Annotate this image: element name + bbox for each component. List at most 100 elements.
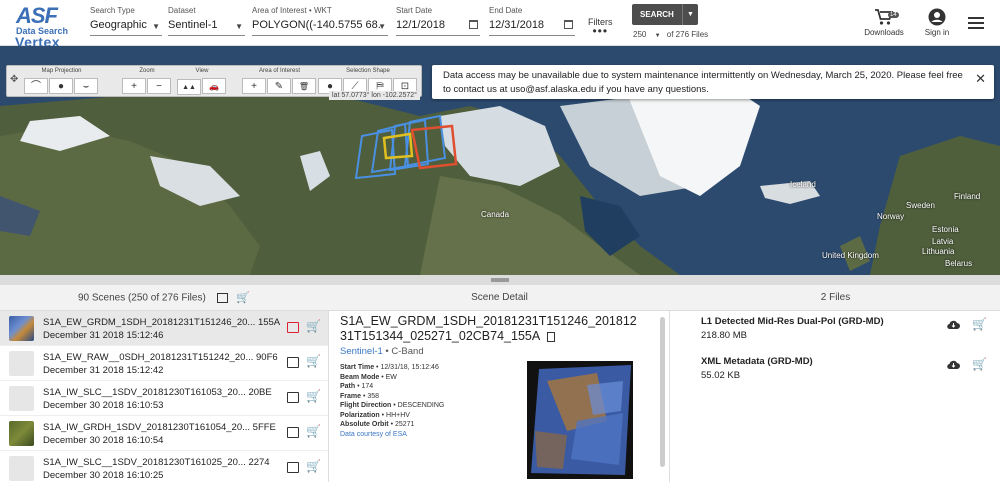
dataset-label: Dataset <box>168 6 196 15</box>
scene-properties: Start Time • 12/31/18, 15:12:46 Beam Mod… <box>340 363 444 439</box>
close-icon[interactable]: ✕ <box>975 72 986 85</box>
calendar-icon[interactable] <box>564 20 573 29</box>
add-to-cart-icon[interactable]: 🛒 <box>306 319 321 333</box>
hamburger-menu-icon[interactable] <box>968 17 984 32</box>
end-date-input[interactable]: End Date 12/31/2018 <box>489 6 575 36</box>
search-type-label: Search Type <box>90 6 135 15</box>
prop-label: Path <box>340 383 356 390</box>
prop-value: • 174 <box>355 383 374 390</box>
downloads-label: Downloads <box>864 28 904 37</box>
asf-vertex-logo[interactable]: ASF Data Search Vertex <box>14 3 78 50</box>
add-to-cart-icon[interactable]: 🛒 <box>306 424 321 438</box>
satellite-view-button[interactable]: ▲▲ <box>177 79 201 95</box>
map-projection-label: Map Projection <box>41 68 82 74</box>
download-icon[interactable] <box>947 320 960 331</box>
map-label-norway: Norway <box>877 212 905 221</box>
files-panel: L1 Detected Mid-Res Dual-Pol (GRD-MD) 21… <box>671 311 1000 482</box>
aoi-value: POLYGON((-140.5755 68. <box>252 19 381 31</box>
list-item[interactable]: S1A_IW_SLC__1SDV_20181230T161053_20... 2… <box>0 381 328 416</box>
zoom-out-button[interactable]: − <box>147 78 171 94</box>
map-view[interactable]: Map Projection ⌒ ● ⌣ Zoom + − View ▲▲ 🚗 Area… <box>0 46 1000 275</box>
aoi-input[interactable]: Area of Interest • WKT POLYGON((-140.575… <box>252 6 388 36</box>
prop-value: • 12/31/18, 15:12:46 <box>374 364 439 371</box>
zoom-to-scene-icon[interactable] <box>287 357 299 368</box>
map-label-sweden: Sweden <box>906 201 935 210</box>
scenes-count: 90 Scenes (250 of 276 Files) <box>77 292 206 304</box>
zoom-to-scene-icon[interactable] <box>287 427 299 438</box>
zoom-to-scene-icon[interactable] <box>287 322 299 333</box>
sign-in-button[interactable]: Sign in <box>920 8 954 37</box>
add-to-cart-icon[interactable]: 🛒 <box>306 354 321 368</box>
map-label-latvia: Latvia <box>932 237 954 246</box>
dataset-select[interactable]: Dataset Sentinel-1 ▼ <box>168 6 245 36</box>
prop-value: • EW <box>379 373 397 381</box>
top-header: ASF Data Search Vertex Search Type Geogr… <box>0 0 1000 50</box>
zoom-in-button[interactable]: + <box>122 78 146 94</box>
map-label-canada: Canada <box>481 210 510 219</box>
file-row[interactable]: XML Metadata (GRD-MD) 55.02 KB 🛒 <box>671 351 1000 391</box>
max-results-select[interactable]: 250 ▼ of 276 Files <box>633 30 708 39</box>
prop-flight-direction: Flight Direction • DESCENDING <box>340 401 444 411</box>
zoom-to-results-icon[interactable] <box>216 293 228 303</box>
prop-path: Path • 174 <box>340 382 444 392</box>
max-results-value: 250 <box>633 30 647 39</box>
projection-antarctic-button[interactable]: ⌣ <box>74 78 98 94</box>
panel-resize-handle[interactable] <box>0 275 1000 285</box>
prop-polarization: Polarization • HH+HV <box>340 411 444 421</box>
download-icon[interactable] <box>947 360 960 371</box>
zoom-to-scene-icon[interactable] <box>287 392 299 403</box>
map-label-estonia: Estonia <box>932 225 959 234</box>
start-date-input[interactable]: Start Date 12/1/2018 <box>396 6 480 36</box>
zoom-group: Zoom + − <box>122 68 172 94</box>
list-item[interactable]: S1A_IW_SLC__1SDV_20181230T161025_20... 2… <box>0 451 328 482</box>
scene-thumbnail <box>9 316 34 341</box>
search-options-chevron-icon[interactable]: ▼ <box>682 4 698 25</box>
dataset-value: Sentinel-1 <box>168 19 218 31</box>
scene-name: S1A_IW_SLC__1SDV_20181230T161025_20... 2… <box>43 457 270 468</box>
esa-courtesy-link[interactable]: Data courtesy of ESA <box>340 430 444 440</box>
prop-start-time: Start Time • 12/31/18, 15:12:46 <box>340 363 444 373</box>
projection-equatorial-button[interactable]: ● <box>49 78 73 94</box>
delete-aoi-button[interactable]: 🗑 <box>292 78 316 94</box>
edit-aoi-button[interactable]: ✎ <box>267 78 291 94</box>
scenes-header: 90 Scenes (250 of 276 Files) 🛒 <box>0 285 328 311</box>
list-item[interactable]: S1A_IW_GRDH_1SDV_20181230T161054_20... 5… <box>0 416 328 451</box>
view-label: View <box>195 68 209 74</box>
move-handle-icon[interactable]: ✥ <box>10 74 18 85</box>
file-row[interactable]: L1 Detected Mid-Res Dual-Pol (GRD-MD) 21… <box>671 311 1000 351</box>
search-button[interactable]: SEARCH ▼ <box>632 4 698 25</box>
projection-arctic-button[interactable]: ⌒ <box>24 78 48 94</box>
file-size: 218.80 MB <box>701 330 747 341</box>
sign-in-label: Sign in <box>924 28 950 37</box>
list-item[interactable]: S1A_EW_RAW__0SDH_20181231T151242_20... 9… <box>0 346 328 381</box>
map-label-iceland: Iceland <box>790 180 816 189</box>
detail-scrollbar[interactable] <box>660 317 665 467</box>
end-date-label: End Date <box>489 6 523 15</box>
add-all-to-cart-icon[interactable]: 🛒 <box>236 292 250 304</box>
scene-browse-image[interactable] <box>527 361 633 479</box>
downloads-button[interactable]: 14 Downloads <box>862 8 906 37</box>
calendar-icon[interactable] <box>469 20 478 29</box>
chevron-down-icon: ▼ <box>654 33 661 39</box>
scene-thumbnail <box>9 421 34 446</box>
add-to-cart-icon[interactable]: 🛒 <box>972 317 987 331</box>
search-type-select[interactable]: Search Type Geographic ▼ <box>90 6 162 36</box>
file-name: XML Metadata (GRD-MD) <box>701 356 813 367</box>
drag-grip-icon <box>491 278 509 280</box>
dataset-link[interactable]: Sentinel-1 <box>340 346 383 357</box>
downloads-count-badge: 14 <box>888 12 899 18</box>
list-item[interactable]: S1A_EW_GRDM_1SDH_20181231T151246_20... 1… <box>0 311 328 346</box>
add-to-cart-icon[interactable]: 🛒 <box>306 389 321 403</box>
street-view-button[interactable]: 🚗 <box>202 78 226 94</box>
more-dots-icon: ••• <box>592 24 609 38</box>
add-aoi-button[interactable]: + <box>242 78 266 94</box>
prop-label: Absolute Orbit <box>340 421 389 428</box>
copy-icon[interactable] <box>546 331 555 342</box>
add-to-cart-icon[interactable]: 🛒 <box>306 459 321 473</box>
zoom-to-scene-icon[interactable] <box>287 462 299 473</box>
scene-thumbnail <box>9 386 34 411</box>
filters-button[interactable]: Filters ••• <box>588 17 613 38</box>
add-to-cart-icon[interactable]: 🛒 <box>972 357 987 371</box>
results-of-files: of 276 Files <box>666 30 709 39</box>
selection-shape-label: Selection Shape <box>346 68 390 74</box>
